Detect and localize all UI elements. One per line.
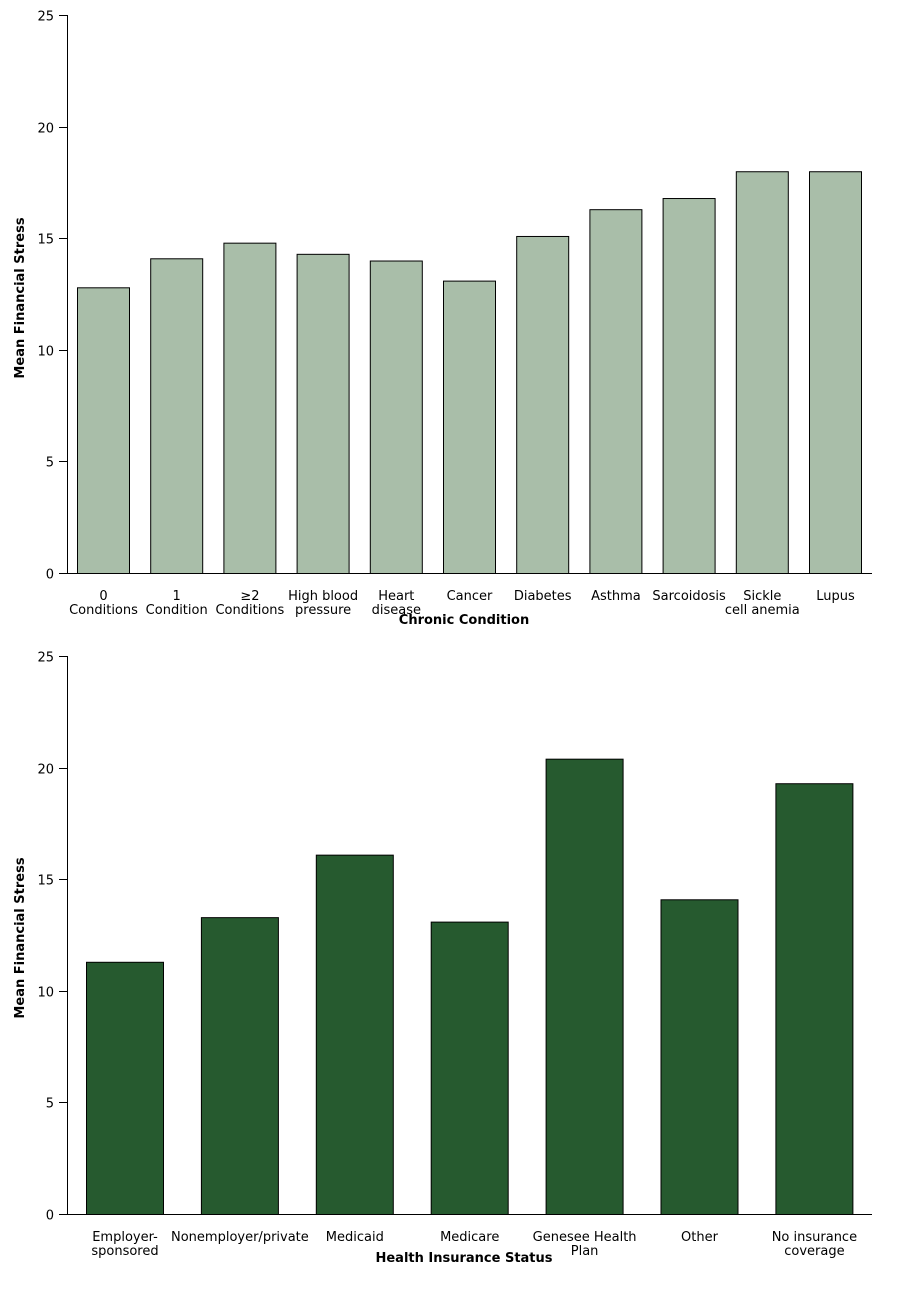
- bar: [662, 198, 716, 575]
- bar: [430, 921, 509, 1215]
- y-tick-label: 25: [37, 10, 54, 25]
- bar: [809, 171, 862, 575]
- bar: [296, 253, 350, 574]
- x-tick-label: 0 Conditions: [69, 589, 138, 618]
- x-tick-label: No insurance coverage: [772, 1230, 857, 1259]
- x-tick-label: Other: [681, 1230, 719, 1245]
- y-tick-label: 0: [46, 568, 54, 583]
- x-tick-label: Medicaid: [326, 1230, 384, 1245]
- bar: [775, 783, 854, 1215]
- x-tick-label: High blood pressure: [288, 589, 358, 618]
- y-tick-label: 10: [37, 345, 54, 360]
- y-tick-label: 10: [37, 986, 54, 1001]
- bar: [150, 258, 204, 574]
- y-tick-label: 25: [37, 651, 54, 666]
- y-axis-title: Mean Financial Stress: [13, 217, 28, 378]
- bar: [315, 854, 394, 1215]
- y-tick-label: 15: [37, 233, 54, 248]
- x-tick-label: Cancer: [447, 589, 493, 604]
- y-tick-label: 5: [46, 1097, 54, 1112]
- x-tick-label: Asthma: [591, 589, 641, 604]
- health-insurance-chart: 0 5 10 15 20 25 Employer-sponsored Nonemployer/…: [13, 651, 872, 1266]
- y-tick-label: 15: [37, 874, 54, 889]
- y-tick-label: 0: [46, 1209, 54, 1224]
- bar: [735, 171, 789, 575]
- x-tick-label: Employer-sponsored: [91, 1230, 158, 1259]
- bar: [660, 899, 739, 1215]
- x-tick-label: Sarcoidosis: [652, 589, 726, 604]
- bar: [77, 287, 130, 574]
- x-axis-title: Health Insurance Status: [375, 1251, 552, 1266]
- x-tick-label: Lupus: [816, 589, 855, 604]
- y-tick-label: 20: [37, 763, 54, 778]
- x-axis-title: Chronic Condition: [399, 613, 529, 628]
- bar: [516, 235, 570, 575]
- bar: [545, 758, 624, 1215]
- bar: [200, 917, 279, 1215]
- y-axis-title: Mean Financial Stress: [13, 857, 28, 1018]
- x-tick-label: 1 Condition: [146, 589, 208, 618]
- bar: [443, 280, 496, 574]
- x-tick-label: Medicare: [440, 1230, 499, 1245]
- bar: [589, 209, 643, 575]
- y-tick-label: 20: [37, 122, 54, 137]
- bar: [369, 260, 423, 574]
- x-tick-label: Sickle cell anemia: [725, 589, 800, 618]
- y-tick-label: 5: [46, 456, 54, 471]
- bar: [223, 242, 277, 574]
- x-tick-label: Diabetes: [514, 589, 572, 604]
- x-tick-label: Nonemployer/private: [171, 1230, 309, 1245]
- bar: [86, 961, 164, 1215]
- chronic-condition-chart: 0 5 10 15 20 25 0 Conditions 1 Condition≥2 Conditi…: [13, 10, 872, 628]
- x-tick-label: ≥2 Conditions: [215, 589, 284, 618]
